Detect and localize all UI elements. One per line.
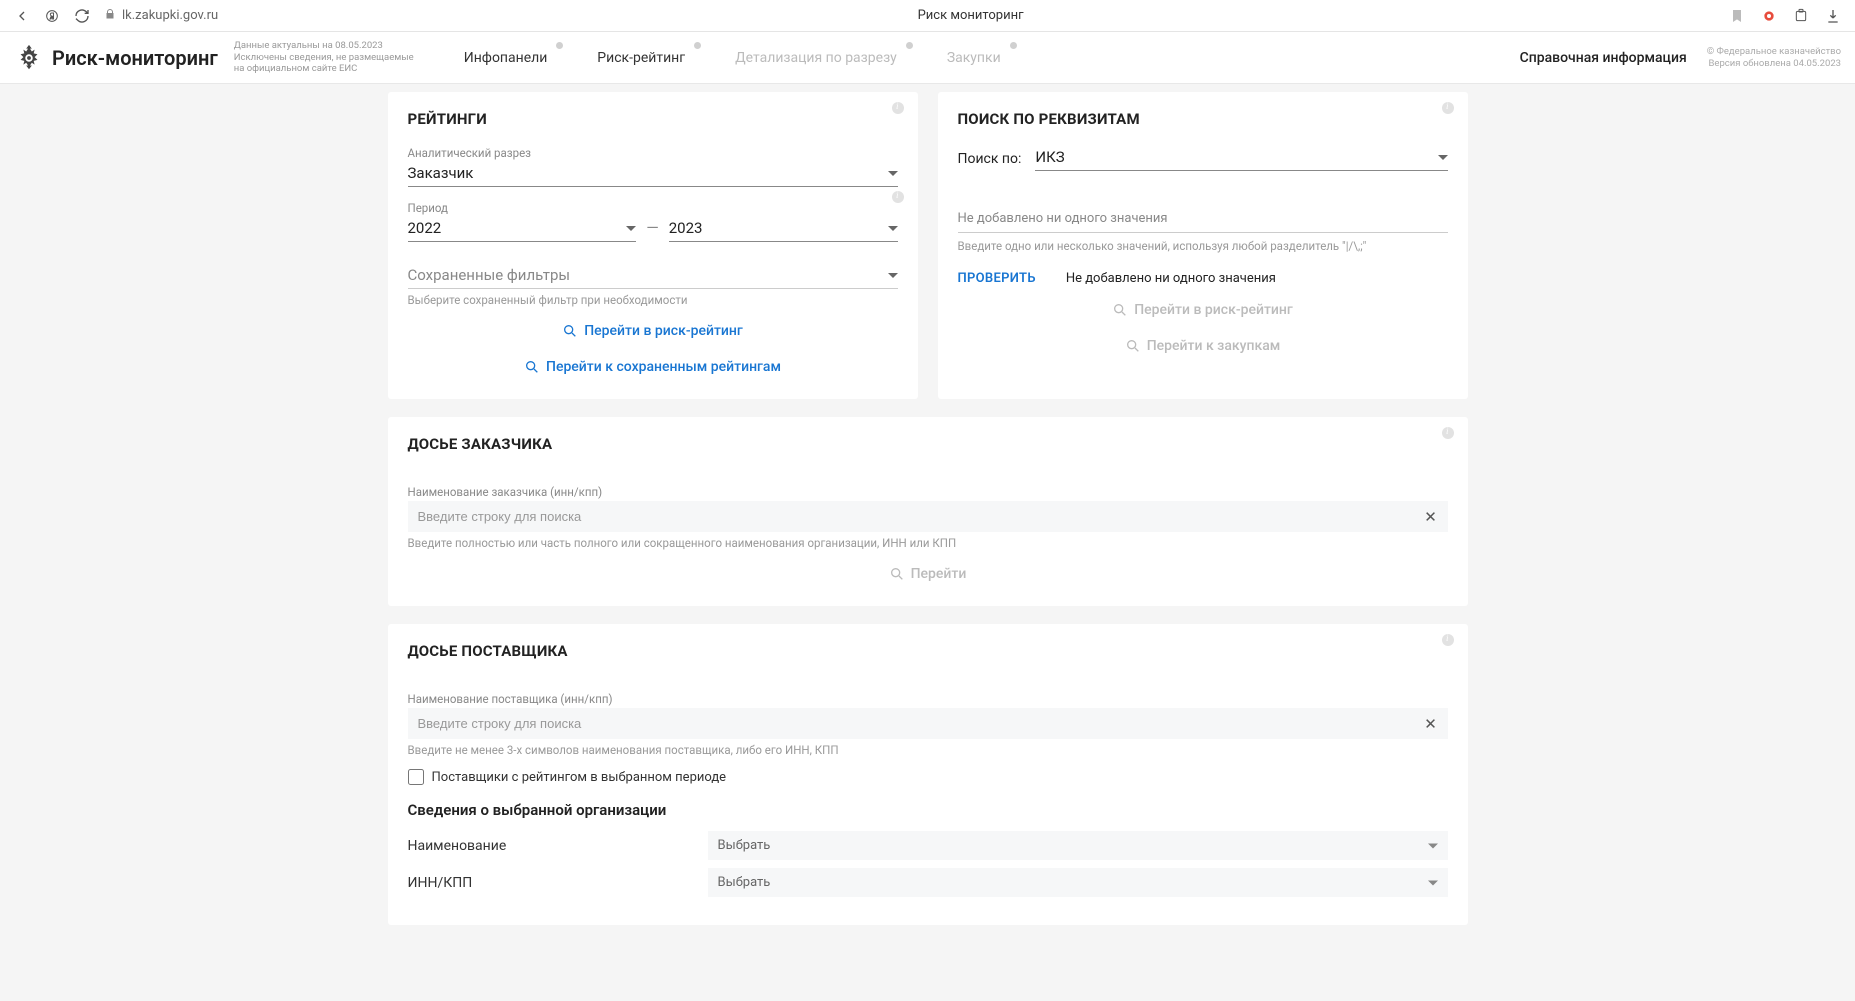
requisites-card: ПОИСК ПО РЕКВИЗИТАМ Поиск по: ИКЗ Не доб… — [938, 92, 1468, 399]
period-from-select[interactable]: 2022 — [408, 217, 637, 242]
customer-field-label: Наименование заказчика (инн/кпп) — [408, 485, 1448, 499]
chevron-down-icon — [888, 273, 898, 278]
emblem-icon — [14, 43, 44, 73]
search-icon — [889, 566, 905, 582]
supplier-hint: Введите не менее 3-х символов наименован… — [408, 743, 1448, 757]
info-icon[interactable] — [1442, 102, 1454, 114]
slice-label: Аналитический разрез — [408, 146, 898, 160]
org-inn-select[interactable]: Выбрать — [708, 868, 1448, 897]
goto-saved-ratings-link[interactable]: Перейти к сохраненным рейтингам — [516, 355, 789, 379]
notification-icon[interactable] — [1755, 2, 1783, 30]
chevron-down-icon — [888, 171, 898, 176]
search-icon — [562, 323, 578, 339]
info-icon[interactable] — [1442, 634, 1454, 646]
ratings-card: РЕЙТИНГИ Аналитический разрез Заказчик П… — [388, 92, 918, 399]
yandex-button[interactable] — [38, 2, 66, 30]
nav-purchases[interactable]: Закупки — [927, 44, 1021, 72]
extensions-icon[interactable] — [1787, 2, 1815, 30]
requisites-empty-msg: Не добавлено ни одного значения — [958, 205, 1448, 233]
period-dash: — — [646, 218, 659, 241]
search-icon — [1125, 338, 1141, 354]
check-result-msg: Не добавлено ни одного значения — [1066, 271, 1276, 286]
customer-card: ДОСЬЕ ЗАКАЗЧИКА Наименование заказчика (… — [388, 417, 1468, 606]
supplier-org-subtitle: Сведения о выбранной организации — [408, 801, 1448, 819]
customer-search-input[interactable] — [408, 501, 1448, 532]
goto-risk-rating-link[interactable]: Перейти в риск-рейтинг — [554, 319, 751, 343]
nav-detail[interactable]: Детализация по разрезу — [715, 44, 917, 72]
supplier-search-input[interactable] — [408, 708, 1448, 739]
copyright-info: © Федеральное казначейство Версия обновл… — [1707, 46, 1841, 70]
saved-filters-select[interactable]: Сохраненные фильтры — [408, 264, 898, 289]
search-by-select[interactable]: ИКЗ — [1035, 146, 1447, 171]
reload-button[interactable] — [68, 2, 96, 30]
chevron-down-icon — [626, 226, 636, 231]
search-icon — [524, 359, 540, 375]
slice-select[interactable]: Заказчик — [408, 162, 898, 187]
url-text: lk.zakupki.gov.ru — [122, 8, 218, 23]
nav-dot-icon — [694, 42, 701, 49]
clear-icon[interactable]: ✕ — [1422, 508, 1440, 526]
supplier-card: ДОСЬЕ ПОСТАВЩИКА Наименование поставщика… — [388, 624, 1468, 925]
requisites-hint: Введите одно или несколько значений, исп… — [958, 239, 1448, 253]
org-inn-label: ИНН/КПП — [408, 875, 708, 891]
supplier-title: ДОСЬЕ ПОСТАВЩИКА — [408, 642, 1448, 660]
supplier-rating-checkbox[interactable] — [408, 769, 424, 785]
back-button[interactable] — [8, 2, 36, 30]
app-title: Риск-мониторинг — [52, 46, 218, 70]
saved-filters-hint: Выберите сохраненный фильтр при необходи… — [408, 293, 898, 307]
chevron-down-icon — [1428, 843, 1438, 848]
chevron-down-icon — [888, 226, 898, 231]
period-to-select[interactable]: 2023 — [669, 217, 898, 242]
requisites-title: ПОИСК ПО РЕКВИЗИТАМ — [958, 110, 1448, 128]
url-bar[interactable]: lk.zakupki.gov.ru — [104, 8, 218, 24]
browser-toolbar: lk.zakupki.gov.ru Риск мониторинг — [0, 0, 1855, 32]
nav-risk-rating[interactable]: Риск-рейтинг — [577, 44, 705, 72]
goto-risk-rating-link-disabled: Перейти в риск-рейтинг — [1104, 298, 1301, 322]
search-icon — [1112, 302, 1128, 318]
app-header: Риск-мониторинг Данные актуальны на 08.0… — [0, 32, 1855, 84]
nav-dot-icon — [556, 42, 563, 49]
org-name-label: Наименование — [408, 838, 708, 854]
info-icon[interactable] — [1442, 427, 1454, 439]
tab-title: Риск мониторинг — [220, 8, 1721, 23]
customer-hint: Введите полностью или часть полного или … — [408, 536, 1448, 550]
clear-icon[interactable]: ✕ — [1422, 715, 1440, 733]
info-icon[interactable] — [892, 102, 904, 114]
period-label: Период — [408, 201, 898, 215]
nav-dot-icon — [906, 42, 913, 49]
download-icon[interactable] — [1819, 2, 1847, 30]
supplier-field-label: Наименование поставщика (инн/кпп) — [408, 692, 1448, 706]
lock-icon — [104, 8, 116, 24]
search-by-label: Поиск по: — [958, 151, 1022, 167]
chevron-down-icon — [1438, 155, 1448, 160]
customer-title: ДОСЬЕ ЗАКАЗЧИКА — [408, 435, 1448, 453]
customer-go-link: Перейти — [881, 562, 975, 586]
data-freshness-info: Данные актуальны на 08.05.2023 Исключены… — [234, 40, 414, 76]
chevron-down-icon — [1428, 880, 1438, 885]
bookmark-icon[interactable] — [1723, 2, 1751, 30]
main-nav: Инфопанели Риск-рейтинг Детализация по р… — [444, 44, 1021, 72]
info-icon[interactable] — [892, 191, 904, 203]
nav-infopanels[interactable]: Инфопанели — [444, 44, 568, 72]
ratings-title: РЕЙТИНГИ — [408, 110, 898, 128]
supplier-rating-checkbox-row[interactable]: Поставщики с рейтингом в выбранном перио… — [408, 769, 1448, 785]
reference-link[interactable]: Справочная информация — [1520, 50, 1687, 66]
check-button[interactable]: ПРОВЕРИТЬ — [958, 271, 1036, 286]
nav-dot-icon — [1010, 42, 1017, 49]
goto-purchases-link-disabled: Перейти к закупкам — [1117, 334, 1289, 358]
org-name-select[interactable]: Выбрать — [708, 831, 1448, 860]
